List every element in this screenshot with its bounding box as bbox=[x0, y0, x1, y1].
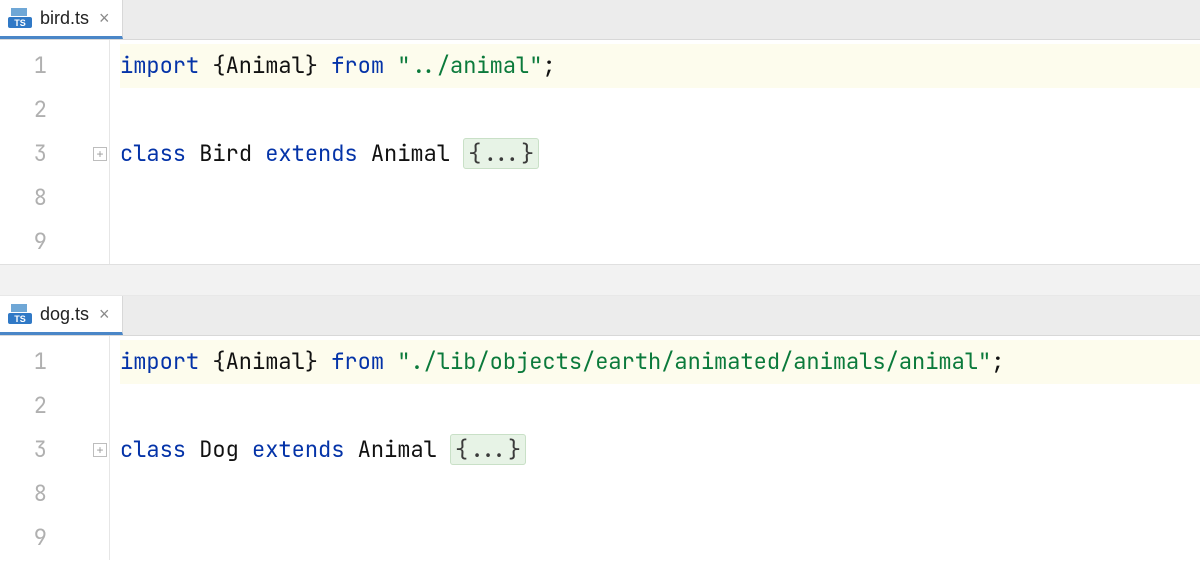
code-token: "./lib/objects/earth/animated/animals/an… bbox=[397, 347, 991, 376]
tab-filename: bird.ts bbox=[40, 8, 89, 29]
code-line bbox=[120, 220, 1200, 264]
tab-bar: TS dog.ts × bbox=[0, 296, 1200, 336]
code-line bbox=[120, 472, 1200, 516]
code-token bbox=[384, 51, 397, 80]
svg-text:TS: TS bbox=[14, 314, 26, 324]
typescript-file-icon: TS bbox=[8, 304, 32, 324]
code-token: from bbox=[331, 347, 384, 376]
tab-bar: TS bird.ts × bbox=[0, 0, 1200, 40]
code-token: ; bbox=[991, 347, 1004, 376]
code-token: import bbox=[120, 347, 199, 376]
code-token: Bird bbox=[186, 139, 265, 168]
code-token: class bbox=[120, 435, 186, 464]
line-number: 3 + bbox=[0, 428, 109, 472]
line-number: 2 bbox=[0, 384, 109, 428]
code-token bbox=[384, 347, 397, 376]
line-number: 1 bbox=[0, 44, 109, 88]
pane-divider bbox=[0, 264, 1200, 296]
editor-pane: TS bird.ts × 1 2 3 + 8 9 import {Animal}… bbox=[0, 0, 1200, 264]
code-line bbox=[120, 516, 1200, 560]
file-tab[interactable]: TS dog.ts × bbox=[0, 296, 123, 335]
folded-region[interactable]: {...} bbox=[450, 434, 526, 465]
code-line bbox=[120, 384, 1200, 428]
fold-expand-icon[interactable]: + bbox=[93, 443, 107, 457]
code-area: 1 2 3 + 8 9 import {Animal} from "../ani… bbox=[0, 40, 1200, 264]
folded-region[interactable]: {...} bbox=[463, 138, 539, 169]
code-content[interactable]: import {Animal} from "../animal"; class B… bbox=[110, 40, 1200, 264]
line-number: 2 bbox=[0, 88, 109, 132]
code-token: {Animal} bbox=[199, 347, 331, 376]
code-token: {Animal} bbox=[199, 51, 331, 80]
close-icon[interactable]: × bbox=[97, 305, 112, 323]
fold-expand-icon[interactable]: + bbox=[93, 147, 107, 161]
line-number: 9 bbox=[0, 516, 109, 560]
code-line: import {Animal} from "../animal"; bbox=[120, 44, 1200, 88]
code-token: import bbox=[120, 51, 199, 80]
tab-filename: dog.ts bbox=[40, 304, 89, 325]
line-number: 9 bbox=[0, 220, 109, 264]
code-token: Animal bbox=[344, 435, 450, 464]
line-number: 3 + bbox=[0, 132, 109, 176]
svg-text:TS: TS bbox=[14, 18, 26, 28]
code-area: 1 2 3 + 8 9 import {Animal} from "./lib/… bbox=[0, 336, 1200, 560]
code-line bbox=[120, 176, 1200, 220]
code-token: "../animal" bbox=[397, 51, 542, 80]
code-content[interactable]: import {Animal} from "./lib/objects/eart… bbox=[110, 336, 1200, 560]
line-number: 8 bbox=[0, 472, 109, 516]
code-line: class Dog extends Animal {...} bbox=[120, 428, 1200, 472]
line-number: 8 bbox=[0, 176, 109, 220]
code-line bbox=[120, 88, 1200, 132]
editor-pane: TS dog.ts × 1 2 3 + 8 9 import {Animal} … bbox=[0, 296, 1200, 560]
code-token: Animal bbox=[358, 139, 464, 168]
code-line: class Bird extends Animal {...} bbox=[120, 132, 1200, 176]
code-token: extends bbox=[252, 435, 344, 464]
code-token: from bbox=[331, 51, 384, 80]
code-line: import {Animal} from "./lib/objects/eart… bbox=[120, 340, 1200, 384]
gutter: 1 2 3 + 8 9 bbox=[0, 336, 110, 560]
code-token: Dog bbox=[186, 435, 252, 464]
code-token: extends bbox=[265, 139, 357, 168]
gutter: 1 2 3 + 8 9 bbox=[0, 40, 110, 264]
code-token: ; bbox=[542, 51, 555, 80]
file-tab[interactable]: TS bird.ts × bbox=[0, 0, 123, 39]
typescript-file-icon: TS bbox=[8, 8, 32, 28]
code-token: class bbox=[120, 139, 186, 168]
line-number: 1 bbox=[0, 340, 109, 384]
close-icon[interactable]: × bbox=[97, 9, 112, 27]
